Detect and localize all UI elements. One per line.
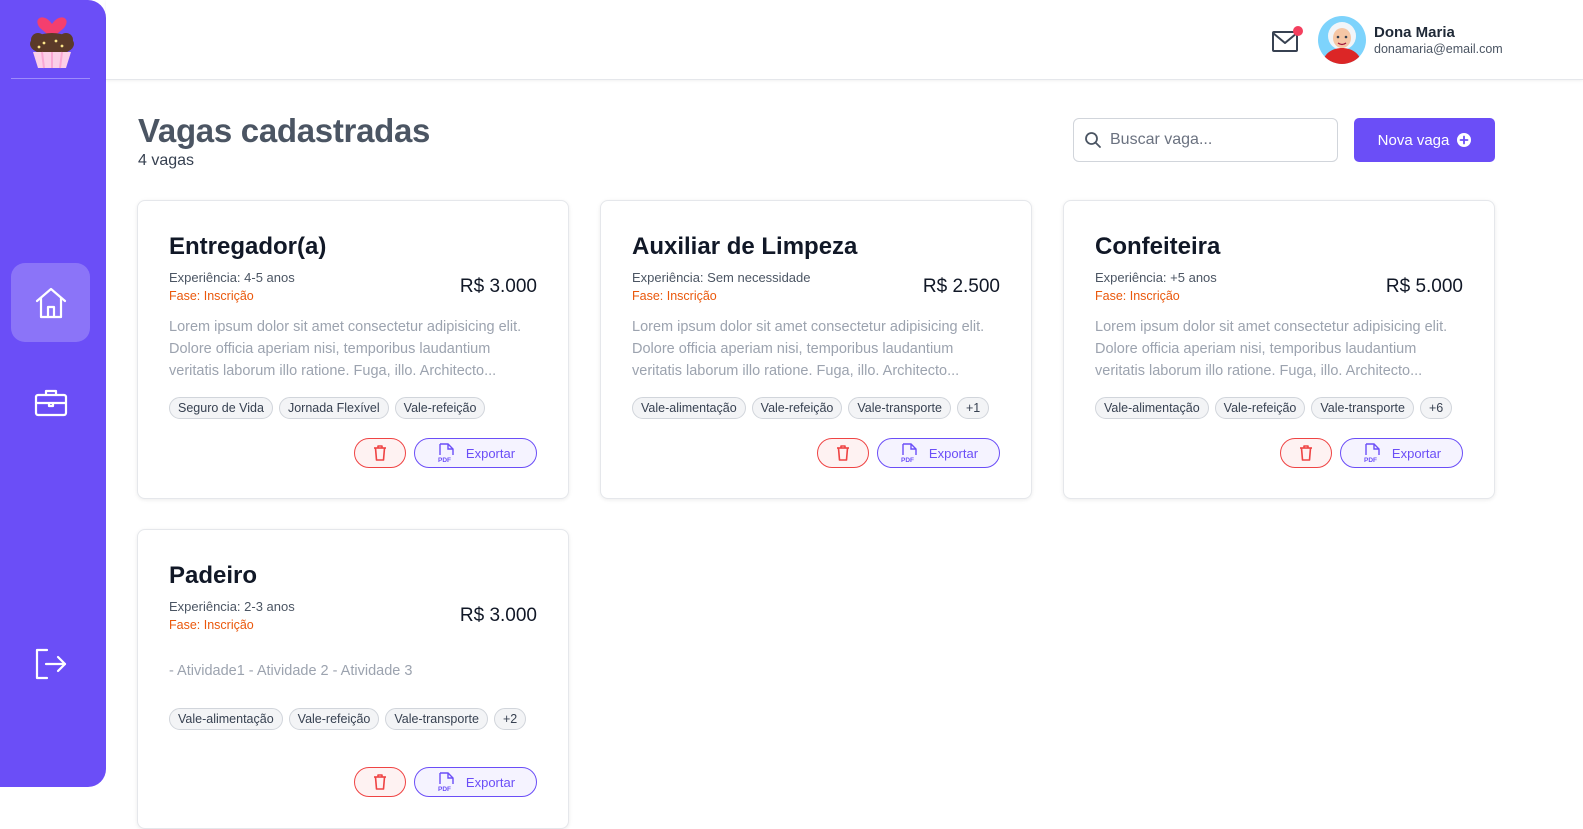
- job-salary: R$ 2.500: [922, 276, 1000, 297]
- job-benefits: Vale-alimentação Vale-refeição Vale-tran…: [1095, 397, 1453, 419]
- job-description: Lorem ipsum dolor sit amet consectetur a…: [632, 319, 985, 379]
- sidebar-divider: [11, 78, 90, 79]
- benefit-tag: Vale-transporte: [1311, 397, 1414, 419]
- trash-icon: [374, 774, 386, 790]
- job-description: - Atividade1 - Atividade 2 - Atividade 3: [169, 663, 413, 679]
- benefit-tag: Vale-alimentação: [1095, 397, 1209, 419]
- benefit-tag: Seguro de Vida: [169, 397, 273, 419]
- mail-button[interactable]: [1271, 26, 1303, 54]
- nav-logout[interactable]: [11, 624, 90, 703]
- job-benefits: Vale-alimentação Vale-refeição Vale-tran…: [169, 708, 527, 730]
- svg-text:PDF: PDF: [1364, 457, 1377, 463]
- search-box[interactable]: [1073, 118, 1338, 162]
- export-label: Exportar: [928, 445, 979, 461]
- logout-icon: [35, 648, 66, 679]
- export-label: Exportar: [465, 445, 516, 461]
- delete-button[interactable]: [354, 767, 406, 797]
- new-job-button[interactable]: Nova vaga: [1354, 118, 1495, 162]
- export-label: Exportar: [1391, 445, 1442, 461]
- job-benefits: Seguro de Vida Jornada Flexível Vale-ref…: [169, 397, 486, 419]
- more-benefits-tag[interactable]: +2: [493, 708, 527, 730]
- notification-dot: [1293, 26, 1303, 36]
- trash-icon: [1300, 445, 1312, 461]
- trash-icon: [837, 445, 849, 461]
- avatar[interactable]: [1318, 16, 1366, 64]
- more-benefits-tag[interactable]: +6: [1419, 397, 1453, 419]
- more-benefits-tag[interactable]: +1: [956, 397, 990, 419]
- pdf-file-icon: PDF: [1364, 443, 1380, 463]
- benefit-tag: Vale-refeição: [288, 708, 380, 730]
- nav-jobs[interactable]: [11, 363, 90, 442]
- cupcake-logo-icon: [24, 10, 80, 70]
- pdf-file-icon: PDF: [438, 443, 454, 463]
- job-salary: R$ 5.000: [1385, 276, 1463, 297]
- job-experience: Experiência: +5 anos: [1095, 270, 1217, 285]
- delete-button[interactable]: [817, 438, 869, 468]
- nav-home[interactable]: [11, 263, 90, 342]
- benefit-tag: Vale-transporte: [848, 397, 951, 419]
- trash-icon: [374, 445, 386, 461]
- benefit-tag: Vale-alimentação: [632, 397, 746, 419]
- job-benefits: Vale-alimentação Vale-refeição Vale-tran…: [632, 397, 990, 419]
- pdf-file-icon: PDF: [901, 443, 917, 463]
- user-name: Dona Maria: [1374, 24, 1455, 41]
- sidebar: [0, 0, 106, 787]
- job-phase: Fase: Inscrição: [1095, 289, 1180, 303]
- user-email: donamaria@email.com: [1374, 42, 1503, 56]
- svg-text:PDF: PDF: [438, 457, 451, 463]
- benefit-tag: Vale-alimentação: [169, 708, 283, 730]
- export-button[interactable]: PDF Exportar: [1340, 438, 1463, 468]
- job-title: Padeiro: [169, 562, 258, 589]
- job-phase: Fase: Inscrição: [169, 618, 254, 632]
- job-count: 4 vagas: [138, 152, 195, 169]
- benefit-tag: Vale-refeição: [751, 397, 843, 419]
- export-label: Exportar: [465, 774, 516, 790]
- job-description: Lorem ipsum dolor sit amet consectetur a…: [1095, 319, 1448, 379]
- pdf-file-icon: PDF: [438, 772, 454, 792]
- job-salary: R$ 3.000: [459, 605, 537, 626]
- job-title: Auxiliar de Limpeza: [632, 233, 858, 260]
- delete-button[interactable]: [354, 438, 406, 468]
- new-job-label: Nova vaga: [1377, 131, 1450, 149]
- job-salary: R$ 3.000: [459, 276, 537, 297]
- job-description: Lorem ipsum dolor sit amet consectetur a…: [169, 319, 522, 379]
- job-card[interactable]: Padeiro Experiência: 2-3 anos Fase: Insc…: [137, 529, 569, 829]
- job-phase: Fase: Inscrição: [632, 289, 717, 303]
- benefit-tag: Jornada Flexível: [278, 397, 389, 419]
- delete-button[interactable]: [1280, 438, 1332, 468]
- job-phase: Fase: Inscrição: [169, 289, 254, 303]
- page-title: Vagas cadastradas: [138, 112, 431, 149]
- job-card[interactable]: Auxiliar de Limpeza Experiência: Sem nec…: [600, 200, 1032, 499]
- benefit-tag: Vale-refeição: [394, 397, 486, 419]
- job-experience: Experiência: 2-3 anos: [169, 599, 295, 614]
- export-button[interactable]: PDF Exportar: [877, 438, 1000, 468]
- svg-text:PDF: PDF: [901, 457, 914, 463]
- job-experience: Experiência: Sem necessidade: [632, 270, 811, 285]
- job-title: Confeiteira: [1095, 233, 1221, 260]
- benefit-tag: Vale-transporte: [385, 708, 488, 730]
- job-title: Entregador(a): [169, 233, 327, 260]
- briefcase-icon: [34, 389, 67, 416]
- search-input[interactable]: [1110, 131, 1320, 149]
- job-experience: Experiência: 4-5 anos: [169, 270, 295, 285]
- home-icon: [35, 287, 66, 318]
- export-button[interactable]: PDF Exportar: [414, 767, 537, 797]
- job-card[interactable]: Confeiteira Experiência: +5 anos Fase: I…: [1063, 200, 1495, 499]
- benefit-tag: Vale-refeição: [1214, 397, 1306, 419]
- job-card[interactable]: Entregador(a) Experiência: 4-5 anos Fase…: [137, 200, 569, 499]
- plus-circle-icon: [1457, 133, 1472, 147]
- export-button[interactable]: PDF Exportar: [414, 438, 537, 468]
- search-icon: [1085, 132, 1101, 148]
